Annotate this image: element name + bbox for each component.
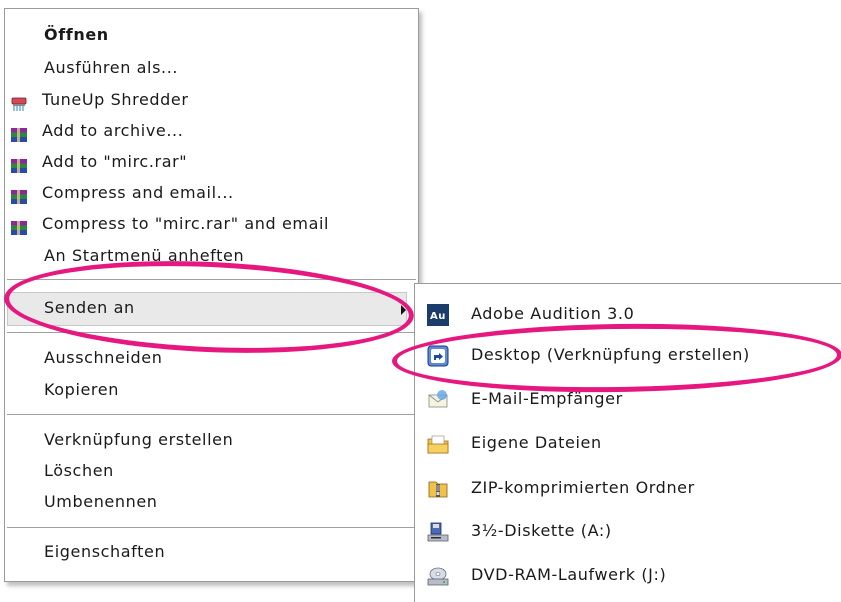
submenu-item-label: Adobe Audition 3.0: [471, 304, 635, 323]
submenu-item-label: 3½-Diskette (A:): [471, 521, 612, 540]
menu-item-label: Öffnen: [44, 25, 109, 44]
menu-item-label: An Startmenü anheften: [44, 246, 245, 265]
submenu-item-label: Eigene Dateien: [471, 433, 602, 452]
menu-item-label: Compress to "mirc.rar" and email: [42, 214, 330, 233]
send-to-submenu: Au Adobe Audition 3.0 Desktop (Verknüpfu…: [414, 283, 841, 602]
adobe-audition-icon: Au: [427, 304, 449, 326]
menu-item-label: Löschen: [44, 461, 114, 480]
submenu-item-label: ZIP-komprimierten Ordner: [471, 478, 695, 497]
submenu-item-label: DVD-RAM-Laufwerk (J:): [471, 565, 667, 584]
menu-separator: [7, 414, 416, 415]
menu-item-label: Verknüpfung erstellen: [44, 430, 234, 449]
zip-folder-icon: [427, 478, 449, 500]
menu-item-label: Umbenennen: [44, 492, 158, 511]
dvd-drive-icon: [427, 565, 449, 587]
submenu-item-label: E-Mail-Empfänger: [471, 389, 623, 408]
winrar-icon: [10, 216, 28, 235]
desktop-shortcut-icon: [427, 345, 449, 367]
winrar-icon: [10, 185, 28, 204]
context-menu: Öffnen Ausführen als... TuneUp Shredder: [4, 8, 419, 582]
floppy-drive-icon: [427, 521, 449, 543]
winrar-icon: [10, 154, 28, 173]
menu-item-label: Senden an: [44, 298, 135, 317]
menu-item-label: Kopieren: [44, 380, 119, 399]
menu-item-label: Eigenschaften: [44, 542, 166, 561]
menu-item-label: TuneUp Shredder: [42, 90, 189, 109]
menu-item-label: Ausführen als...: [44, 58, 179, 77]
my-documents-icon: [427, 433, 449, 455]
svg-text:Au: Au: [430, 311, 446, 322]
menu-item-label: Compress and email...: [42, 183, 234, 202]
winrar-icon: [10, 123, 28, 142]
submenu-arrow-icon: [401, 305, 406, 315]
submenu-item-label: Desktop (Verknüpfung erstellen): [471, 345, 750, 364]
menu-item-label: Add to "mirc.rar": [42, 152, 188, 171]
shredder-icon: [10, 92, 28, 111]
menu-separator: [7, 332, 416, 333]
menu-item-label: Ausschneiden: [44, 348, 163, 367]
menu-separator: [7, 279, 416, 280]
mail-recipient-icon: [427, 389, 449, 411]
menu-item-label: Add to archive...: [42, 121, 184, 140]
menu-separator: [7, 527, 416, 528]
